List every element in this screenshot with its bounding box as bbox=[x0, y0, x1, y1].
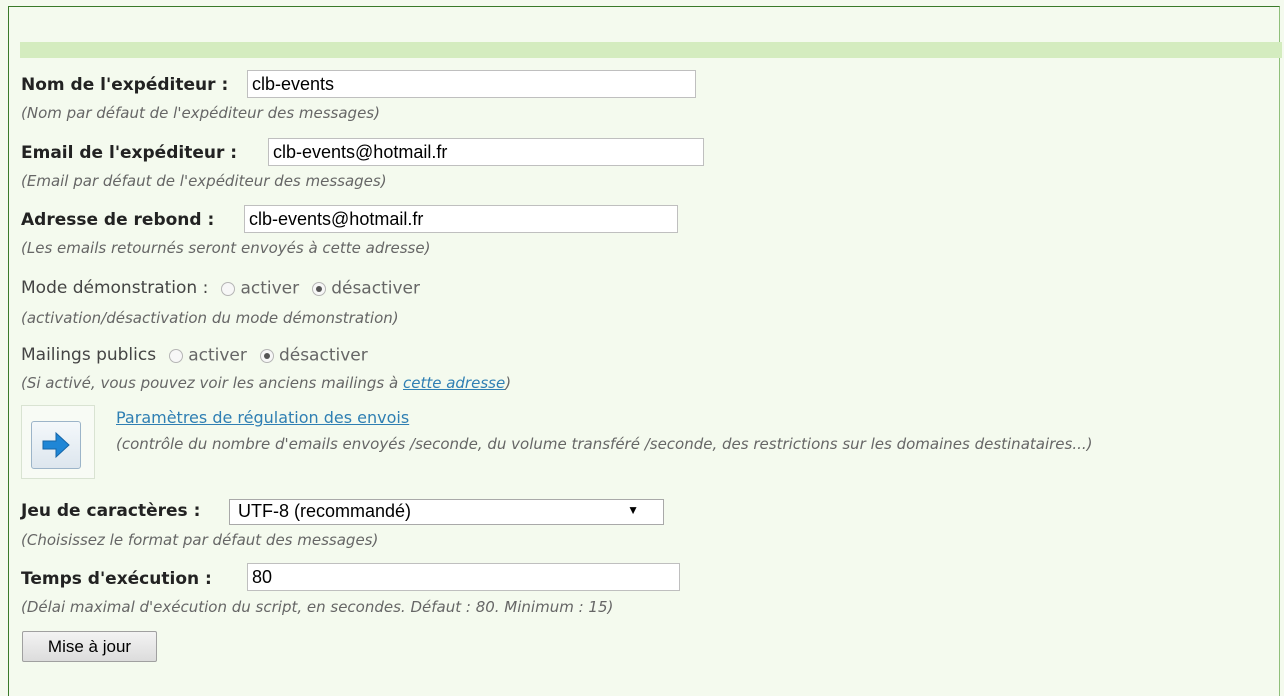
demo-mode-row: Mode démonstration : activer désactiver bbox=[21, 278, 420, 299]
public-mailings-row: Mailings publics activer désactiver bbox=[21, 345, 368, 366]
charset-label: Jeu de caractères : bbox=[21, 501, 201, 521]
public-mailings-activate-radio[interactable] bbox=[169, 348, 184, 363]
demo-mode-deactivate-radio[interactable] bbox=[312, 281, 327, 296]
bounce-address-row: Adresse de rebond : bbox=[21, 210, 214, 230]
charset-hint: (Choisissez le format par défaut des mes… bbox=[21, 531, 379, 549]
charset-select[interactable]: UTF-8 (recommandé) ▼ bbox=[229, 499, 664, 525]
public-mailings-hint: (Si activé, vous pouvez voir les anciens… bbox=[21, 374, 511, 392]
sender-email-input[interactable] bbox=[268, 138, 704, 166]
public-mailings-hint-prefix: (Si activé, vous pouvez voir les anciens… bbox=[21, 374, 403, 392]
sender-name-hint: (Nom par défaut de l'expéditeur des mess… bbox=[21, 104, 380, 122]
throttling-arrow-button[interactable] bbox=[31, 421, 81, 469]
update-button[interactable]: Mise à jour bbox=[22, 631, 157, 662]
section-header-bar bbox=[20, 42, 1282, 58]
execution-time-label: Temps d'exécution : bbox=[21, 569, 212, 589]
demo-mode-label: Mode démonstration : bbox=[21, 278, 209, 298]
sender-name-label: Nom de l'expéditeur : bbox=[21, 75, 229, 95]
sender-email-row: Email de l'expéditeur : bbox=[21, 143, 237, 163]
execution-time-input[interactable] bbox=[247, 563, 680, 591]
execution-time-row: Temps d'exécution : bbox=[21, 569, 212, 589]
public-mailings-deactivate-label[interactable]: désactiver bbox=[279, 346, 368, 366]
sender-email-hint: (Email par défaut de l'expéditeur des me… bbox=[21, 172, 387, 190]
sender-email-label: Email de l'expéditeur : bbox=[21, 143, 238, 163]
public-mailings-deactivate-radio[interactable] bbox=[259, 348, 274, 363]
public-mailings-address-link[interactable]: cette adresse bbox=[403, 374, 505, 392]
public-mailings-hint-suffix: ) bbox=[505, 374, 512, 392]
bounce-address-hint: (Les emails retournés seront envoyés à c… bbox=[21, 239, 431, 257]
chevron-down-icon: ▼ bbox=[627, 503, 639, 517]
sender-name-input[interactable] bbox=[247, 70, 696, 98]
execution-time-hint: (Délai maximal d'exécution du script, en… bbox=[21, 598, 614, 616]
demo-mode-deactivate-label[interactable]: désactiver bbox=[331, 279, 420, 299]
bounce-address-label: Adresse de rebond : bbox=[21, 210, 215, 230]
demo-mode-activate-radio[interactable] bbox=[221, 281, 236, 296]
demo-mode-hint: (activation/désactivation du mode démons… bbox=[21, 309, 399, 327]
demo-mode-activate-label[interactable]: activer bbox=[240, 279, 299, 299]
sender-name-row: Nom de l'expéditeur : bbox=[21, 75, 228, 95]
bounce-address-input[interactable] bbox=[244, 205, 678, 233]
arrow-right-icon bbox=[42, 431, 70, 459]
public-mailings-activate-label[interactable]: activer bbox=[188, 346, 247, 366]
throttling-link-row: Paramètres de régulation des envois bbox=[116, 408, 409, 427]
charset-selected-value: UTF-8 (recommandé) bbox=[238, 501, 412, 521]
charset-row: Jeu de caractères : bbox=[21, 501, 200, 521]
public-mailings-label: Mailings publics bbox=[21, 345, 157, 365]
throttling-settings-link[interactable]: Paramètres de régulation des envois bbox=[116, 408, 409, 427]
throttling-description: (contrôle du nombre d'emails envoyés /se… bbox=[116, 435, 1093, 453]
throttling-icon-box bbox=[21, 405, 95, 479]
